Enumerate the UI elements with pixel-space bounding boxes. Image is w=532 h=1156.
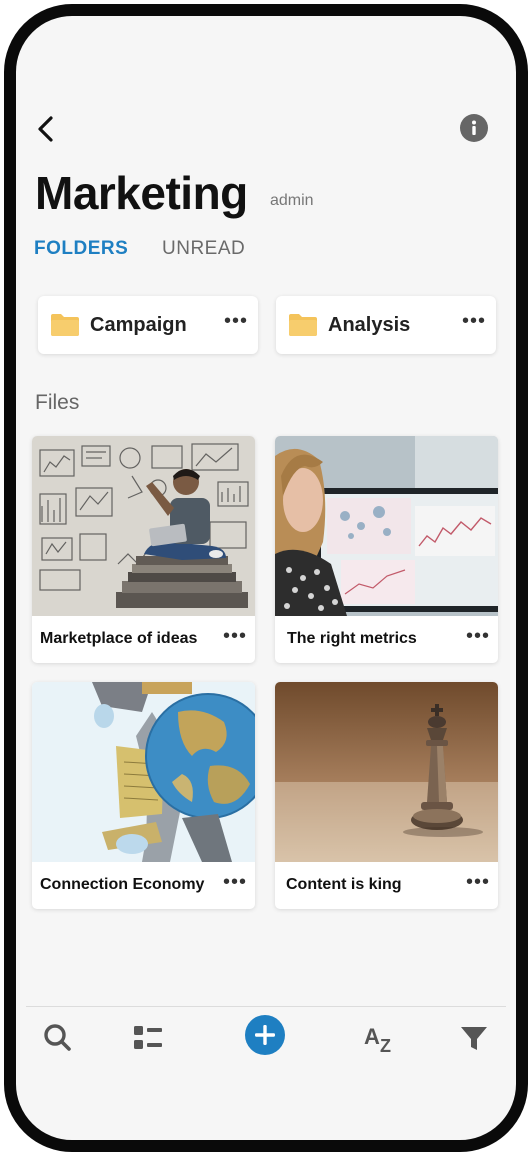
file-thumbnail bbox=[32, 682, 255, 862]
role-label: admin bbox=[270, 192, 314, 209]
file-name: Marketplace of ideas bbox=[40, 630, 198, 647]
folder-icon bbox=[51, 314, 79, 336]
file-card-the-right-metrics[interactable]: The right metrics ••• bbox=[275, 436, 498, 663]
files-section-title: Files bbox=[35, 391, 80, 414]
sort-button[interactable]: A Z bbox=[362, 1018, 402, 1058]
file-card-marketplace-of-ideas[interactable]: Marketplace of ideas ••• bbox=[32, 436, 255, 663]
list-view-icon bbox=[134, 1026, 162, 1049]
file-name: Content is king bbox=[286, 876, 402, 893]
screen: Marketing admin FOLDERS UNREAD Campaign … bbox=[16, 16, 516, 1140]
folder-icon bbox=[289, 314, 317, 336]
add-button[interactable] bbox=[244, 1014, 286, 1056]
more-options-button[interactable]: ••• bbox=[466, 625, 490, 648]
back-button[interactable] bbox=[34, 114, 58, 144]
info-button[interactable] bbox=[460, 114, 488, 142]
more-options-button[interactable]: ••• bbox=[466, 871, 490, 894]
chevron-left-icon bbox=[38, 116, 53, 142]
bottom-bar-divider bbox=[26, 1006, 506, 1007]
file-name: The right metrics bbox=[287, 630, 417, 647]
filter-button[interactable] bbox=[454, 1018, 494, 1058]
tab-unread[interactable]: UNREAD bbox=[162, 238, 245, 260]
svg-text:Z: Z bbox=[380, 1036, 391, 1056]
sort-az-icon: A Z bbox=[364, 1024, 391, 1056]
tab-folders[interactable]: FOLDERS bbox=[34, 238, 128, 260]
file-thumbnail bbox=[275, 682, 498, 862]
more-options-button[interactable]: ••• bbox=[223, 625, 247, 648]
add-icon bbox=[245, 1015, 285, 1055]
folder-name: Analysis bbox=[328, 314, 411, 336]
info-icon bbox=[472, 120, 476, 135]
search-icon bbox=[44, 1024, 71, 1051]
search-button[interactable] bbox=[38, 1018, 78, 1058]
file-name: Connection Economy bbox=[40, 876, 205, 893]
folder-card-campaign[interactable]: Campaign ••• bbox=[38, 296, 258, 354]
svg-text:A: A bbox=[364, 1024, 380, 1049]
folder-card-analysis[interactable]: Analysis ••• bbox=[276, 296, 496, 354]
file-card-connection-economy[interactable]: Connection Economy ••• bbox=[32, 682, 255, 909]
filter-icon bbox=[461, 1027, 487, 1050]
file-card-content-is-king[interactable]: Content is king ••• bbox=[275, 682, 498, 909]
list-view-button[interactable] bbox=[128, 1018, 168, 1058]
more-options-button[interactable]: ••• bbox=[224, 310, 248, 333]
more-options-button[interactable]: ••• bbox=[223, 871, 247, 894]
folder-name: Campaign bbox=[90, 314, 187, 336]
file-thumbnail bbox=[275, 436, 498, 616]
file-thumbnail bbox=[32, 436, 255, 616]
more-options-button[interactable]: ••• bbox=[462, 310, 486, 333]
page-title: Marketing bbox=[35, 167, 248, 219]
phone-frame: Marketing admin FOLDERS UNREAD Campaign … bbox=[4, 4, 528, 1152]
